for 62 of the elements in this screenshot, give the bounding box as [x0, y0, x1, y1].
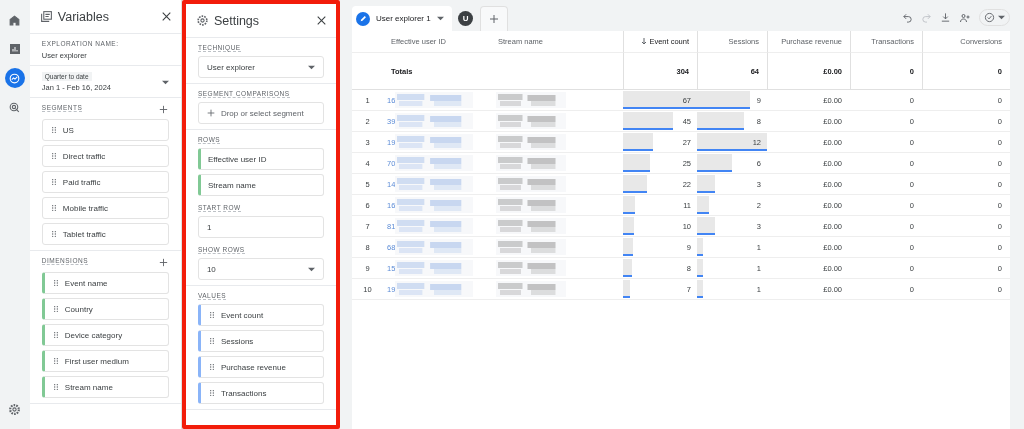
download-icon[interactable] — [940, 12, 951, 23]
drag-handle-icon — [207, 363, 216, 371]
row-chip[interactable]: Stream name — [197, 174, 324, 196]
panel-title: Variables — [57, 9, 110, 24]
variables-icon — [39, 10, 53, 23]
bar-chart-icon — [8, 43, 21, 55]
value-chip[interactable]: Event count — [197, 304, 324, 326]
drag-handle-icon — [51, 331, 60, 339]
share-users-icon[interactable] — [959, 11, 971, 24]
segment-chip[interactable]: US — [41, 119, 169, 141]
house-icon — [8, 13, 22, 27]
target-cursor-icon — [8, 100, 22, 114]
plus-icon[interactable] — [205, 108, 216, 118]
explore-icon[interactable] — [4, 68, 25, 88]
value-chip[interactable]: Sessions — [197, 330, 324, 352]
caret-icon — [998, 15, 1005, 20]
drag-handle-icon — [207, 337, 216, 345]
pencil-icon — [356, 11, 370, 26]
drag-handle-icon — [49, 230, 58, 238]
start-row-field[interactable]: 1 — [197, 216, 324, 238]
tab[interactable]: User explorer 1 — [352, 6, 452, 31]
drag-handle-icon — [207, 311, 216, 319]
dimension-chip[interactable]: Country — [41, 298, 169, 320]
drag-handle-icon — [207, 389, 216, 397]
drag-handle-icon — [49, 126, 58, 134]
segment-chip[interactable]: Mobile traffic — [41, 197, 169, 219]
row-chip[interactable]: Effective user ID — [197, 148, 324, 170]
drag-handle-icon — [49, 204, 58, 212]
undo-icon[interactable] — [902, 12, 913, 23]
plus-icon[interactable] — [157, 104, 169, 115]
caret-icon — [308, 266, 315, 272]
plus-icon[interactable] — [487, 13, 500, 25]
dimension-chip[interactable]: Stream name — [41, 376, 169, 398]
close-icon[interactable] — [315, 14, 328, 27]
user-badge[interactable]: U — [458, 11, 474, 26]
value-chip[interactable]: Transactions — [197, 382, 324, 404]
dimension-chip[interactable]: First user medium — [41, 350, 169, 372]
gear-icon — [195, 14, 209, 27]
trend-icon — [8, 71, 22, 85]
caret-icon — [161, 79, 169, 85]
segment-chip[interactable]: Tablet traffic — [41, 223, 169, 245]
show-rows-select[interactable]: 10 — [197, 258, 324, 280]
caret-icon — [308, 64, 315, 70]
check-circle-icon — [984, 12, 995, 23]
drag-handle-icon — [51, 383, 60, 391]
caret-icon — [436, 16, 444, 21]
drag-handle-icon — [51, 357, 60, 365]
dimension-chip[interactable]: Device category — [41, 324, 169, 346]
plus-icon[interactable] — [157, 257, 169, 268]
technique-select[interactable]: User explorer — [197, 56, 324, 78]
dimension-chip[interactable]: Event name — [41, 272, 169, 294]
drag-handle-icon — [49, 152, 58, 160]
value-chip[interactable]: Purchase revenue — [197, 356, 324, 378]
segment-chip[interactable]: Paid traffic — [41, 171, 169, 193]
segment-drop-zone[interactable]: Drop or select segment — [197, 102, 324, 124]
sort-arrow-icon — [641, 38, 648, 45]
drag-handle-icon — [51, 305, 60, 313]
gear-icon — [8, 402, 22, 416]
drag-handle-icon — [51, 279, 60, 287]
drag-handle-icon — [49, 178, 58, 186]
segment-chip[interactable]: Direct traffic — [41, 145, 169, 167]
panel-title: Settings — [213, 13, 261, 28]
